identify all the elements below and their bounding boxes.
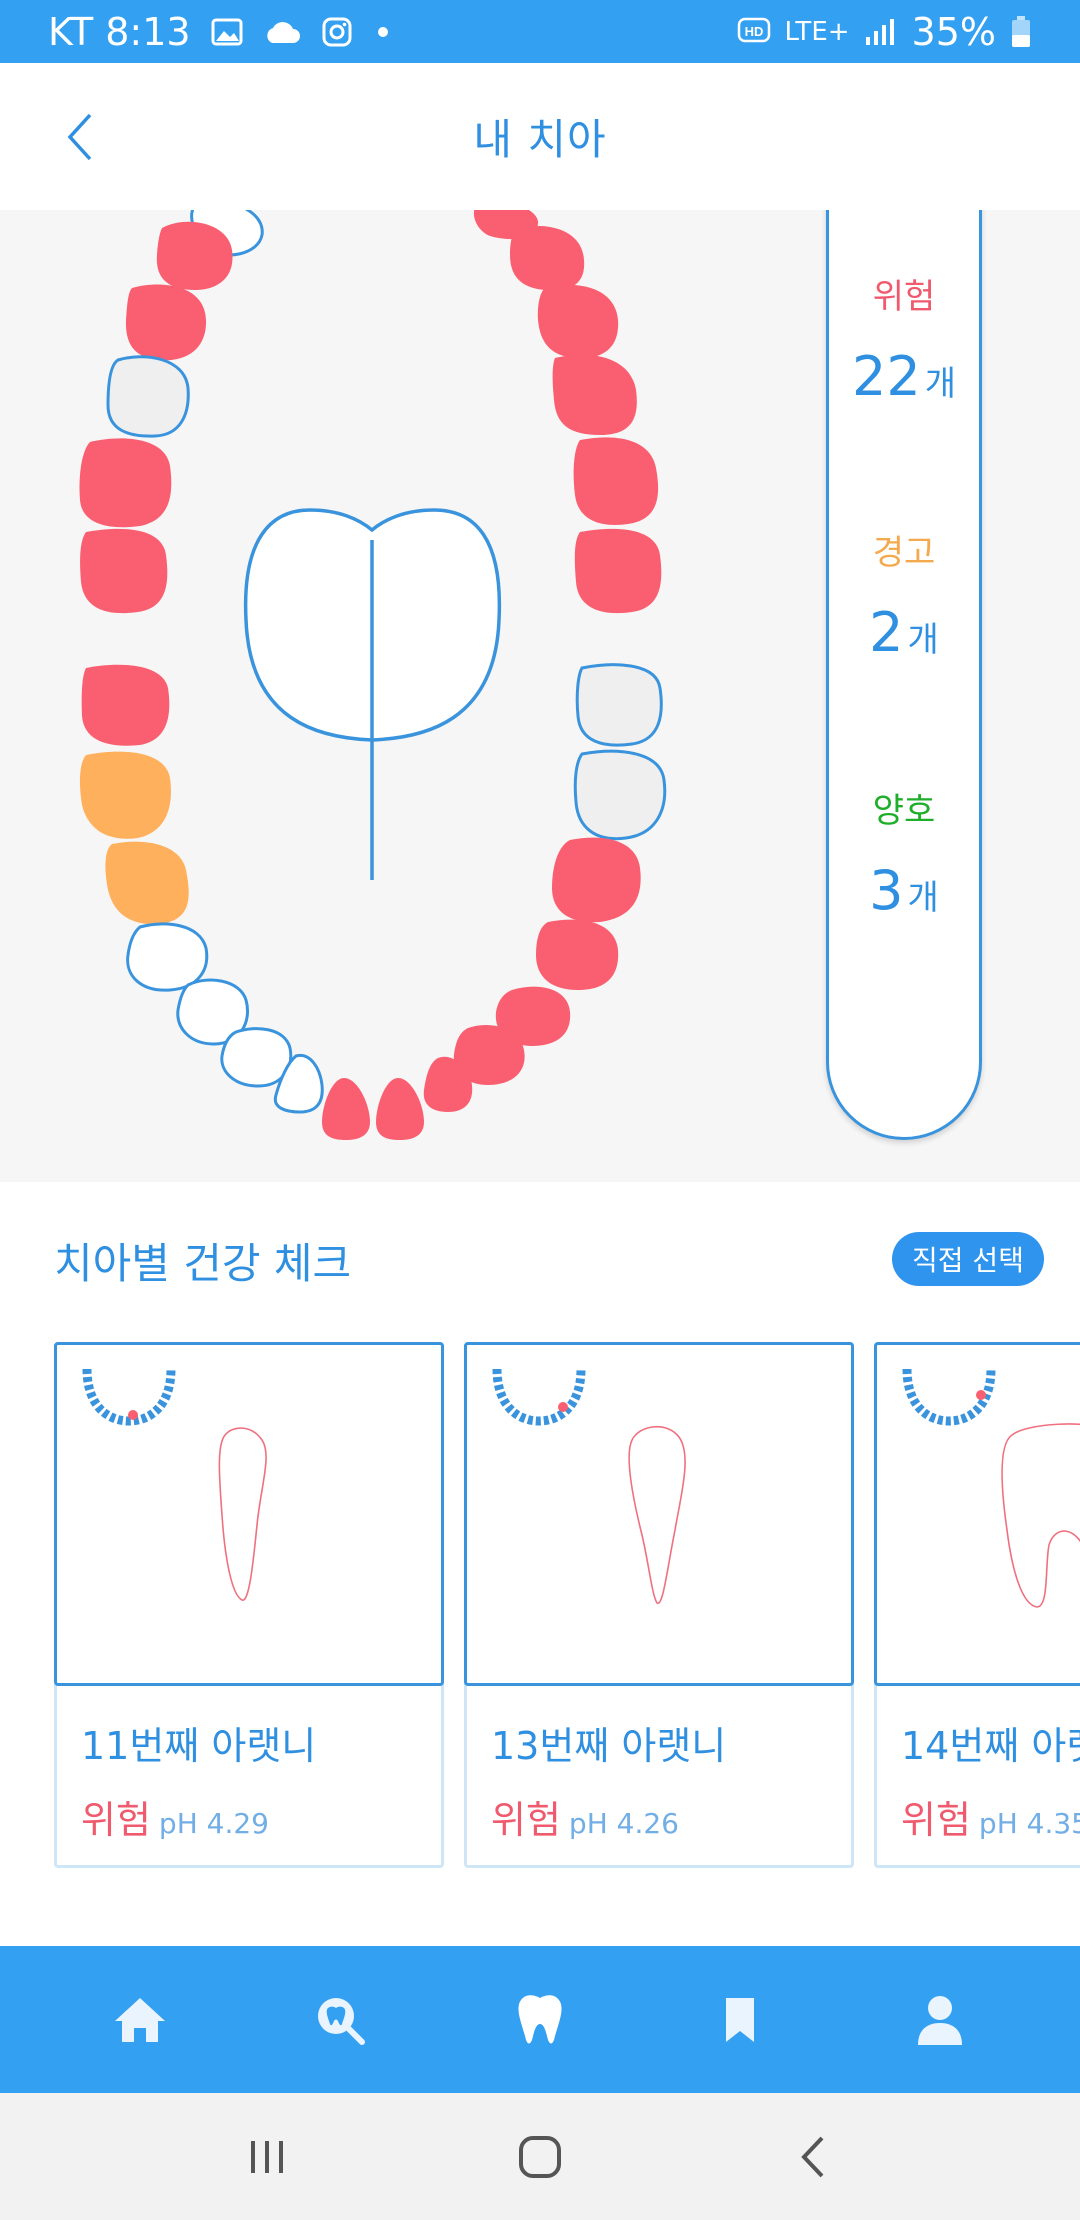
- card-level: 위험: [81, 1798, 151, 1842]
- tooth-icon: [518, 1994, 562, 2043]
- tooth-upper-left-2[interactable]: [156, 221, 233, 290]
- tooth-upper-right-6[interactable]: [574, 528, 662, 614]
- tooth-lower-left-2[interactable]: [79, 751, 171, 839]
- chevron-left-icon: [67, 113, 92, 161]
- tooth-image: [54, 1342, 444, 1686]
- direct-select-button[interactable]: 직접 선택: [892, 1232, 1044, 1286]
- recent-apps-icon: [250, 2140, 283, 2173]
- section-title: 치아별 건강 체크: [54, 1239, 352, 1288]
- home-icon: [115, 1997, 165, 2042]
- tooth-search-icon: [318, 1997, 365, 2045]
- card-ph: pH 4.29: [158, 1807, 269, 1840]
- tooth-card[interactable]: 14번째 아랫니 위험pH 4.35: [874, 1342, 1080, 1868]
- card-tooth-name: 11번째 아랫니: [81, 1724, 317, 1768]
- tooth-lower-left-6[interactable]: [220, 1027, 293, 1088]
- tooth-card[interactable]: 13번째 아랫니 위험 pH 4.26: [464, 1342, 854, 1868]
- tooth-root-illustration: [492, 1368, 686, 1604]
- tooth-upper-left-6[interactable]: [80, 528, 168, 614]
- warning-summary: 경고: [829, 525, 979, 574]
- back-button[interactable]: [50, 107, 110, 167]
- signal-icon: [864, 17, 898, 47]
- card-status: 위험 pH 4.35: [901, 1789, 1080, 1844]
- tooth-lower-left-4[interactable]: [126, 922, 209, 992]
- dot-icon: [373, 22, 393, 42]
- mini-teeth-map-icon: [902, 1368, 996, 1426]
- card-tooth-name: 14번째 아랫니: [901, 1724, 1080, 1768]
- tooth-lower-right-4[interactable]: [536, 919, 619, 990]
- status-bar: KT 8:13 HD LTE+ 35%: [0, 0, 1080, 63]
- tooth-upper-right-2[interactable]: [510, 225, 585, 291]
- danger-count: 22: [852, 345, 921, 408]
- nav-profile[interactable]: [890, 1970, 990, 2070]
- profile-icon: [918, 1995, 962, 2045]
- warning-count: 2: [869, 601, 904, 664]
- danger-summary: 위험: [829, 269, 979, 318]
- card-level: 위험: [901, 1798, 971, 1842]
- good-label: 양호: [872, 791, 936, 831]
- tooth-lower-left-3[interactable]: [105, 841, 189, 925]
- good-unit: 개: [907, 878, 939, 918]
- tooth-card[interactable]: 11번째 아랫니 위험 pH 4.29: [54, 1342, 444, 1868]
- battery-icon: [1010, 15, 1032, 49]
- tooth-image: [874, 1342, 1080, 1686]
- card-ph: pH 4.26: [568, 1807, 679, 1840]
- teeth-map-area: 위험 22 개 경고 2개 양호 3개: [0, 210, 1080, 1182]
- home-circle-icon: [518, 2135, 561, 2178]
- good-count: 3: [869, 859, 904, 922]
- system-nav-bar: [0, 2093, 1080, 2220]
- status-summary-card: 위험 22 개 경고 2개 양호 3개: [826, 210, 982, 1140]
- tooth-lower-right-2[interactable]: [573, 749, 667, 841]
- cloud-icon: [263, 19, 301, 45]
- nav-home[interactable]: [90, 1970, 190, 2070]
- back-icon: [801, 2136, 824, 2177]
- good-summary: 양호: [829, 783, 979, 832]
- tooth-root-illustration: [82, 1368, 267, 1601]
- hd-icon: HD: [737, 17, 771, 47]
- tooth-upper-right-4[interactable]: [552, 354, 637, 435]
- tooth-upper-left-3[interactable]: [125, 284, 207, 361]
- nav-tooth-search[interactable]: [290, 1970, 390, 2070]
- network-type: LTE+: [784, 16, 850, 47]
- tooth-lower-right-1[interactable]: [575, 663, 663, 747]
- system-back-button[interactable]: [773, 2117, 853, 2197]
- card-status: 위험 pH 4.26: [491, 1789, 679, 1844]
- carrier-time: KT 8:13: [48, 9, 191, 54]
- bookmark-icon: [726, 1997, 754, 2042]
- danger-unit: 개: [924, 364, 956, 404]
- card-level: 위험: [491, 1798, 561, 1842]
- svg-text:HD: HD: [744, 24, 763, 39]
- card-tooth-name: 13번째 아랫니: [491, 1724, 727, 1768]
- tooth-card-list[interactable]: 11번째 아랫니 위험pH 4.29 13번째 아랫니 위험pH 4.26: [0, 1342, 1080, 1872]
- nav-bookmark[interactable]: [690, 1970, 790, 2070]
- page-title: 내 치아: [473, 115, 607, 164]
- card-ph: pH 4.35: [978, 1807, 1080, 1840]
- danger-label: 위험: [872, 277, 936, 317]
- instagram-icon: [321, 16, 353, 48]
- tooth-image: [464, 1342, 854, 1686]
- tooth-lower-center-1[interactable]: [322, 1078, 370, 1140]
- tooth-upper-left-5[interactable]: [79, 438, 172, 528]
- system-home-button[interactable]: [500, 2117, 580, 2197]
- tooth-upper-right-5[interactable]: [573, 437, 659, 525]
- bottom-nav: [0, 1946, 1080, 2093]
- nav-my-teeth[interactable]: [490, 1970, 590, 2070]
- app-header: 내 치아: [0, 63, 1080, 210]
- mini-teeth-map-icon: [82, 1368, 176, 1426]
- mini-teeth-map-icon: [492, 1368, 586, 1426]
- tooth-lower-center-2[interactable]: [376, 1078, 424, 1140]
- tooth-upper-right-3[interactable]: [537, 284, 619, 359]
- warning-unit: 개: [907, 620, 939, 660]
- tooth-lower-left-1[interactable]: [81, 664, 170, 746]
- tooth-lower-right-3[interactable]: [552, 837, 641, 923]
- card-status: 위험 pH 4.29: [81, 1789, 269, 1844]
- tooth-molar-illustration: [902, 1368, 1080, 1608]
- warning-label: 경고: [872, 533, 936, 573]
- battery-percent: 35%: [911, 9, 996, 54]
- tooth-upper-left-4[interactable]: [106, 355, 190, 438]
- gallery-icon: [211, 18, 243, 46]
- recent-apps-button[interactable]: [227, 2117, 307, 2197]
